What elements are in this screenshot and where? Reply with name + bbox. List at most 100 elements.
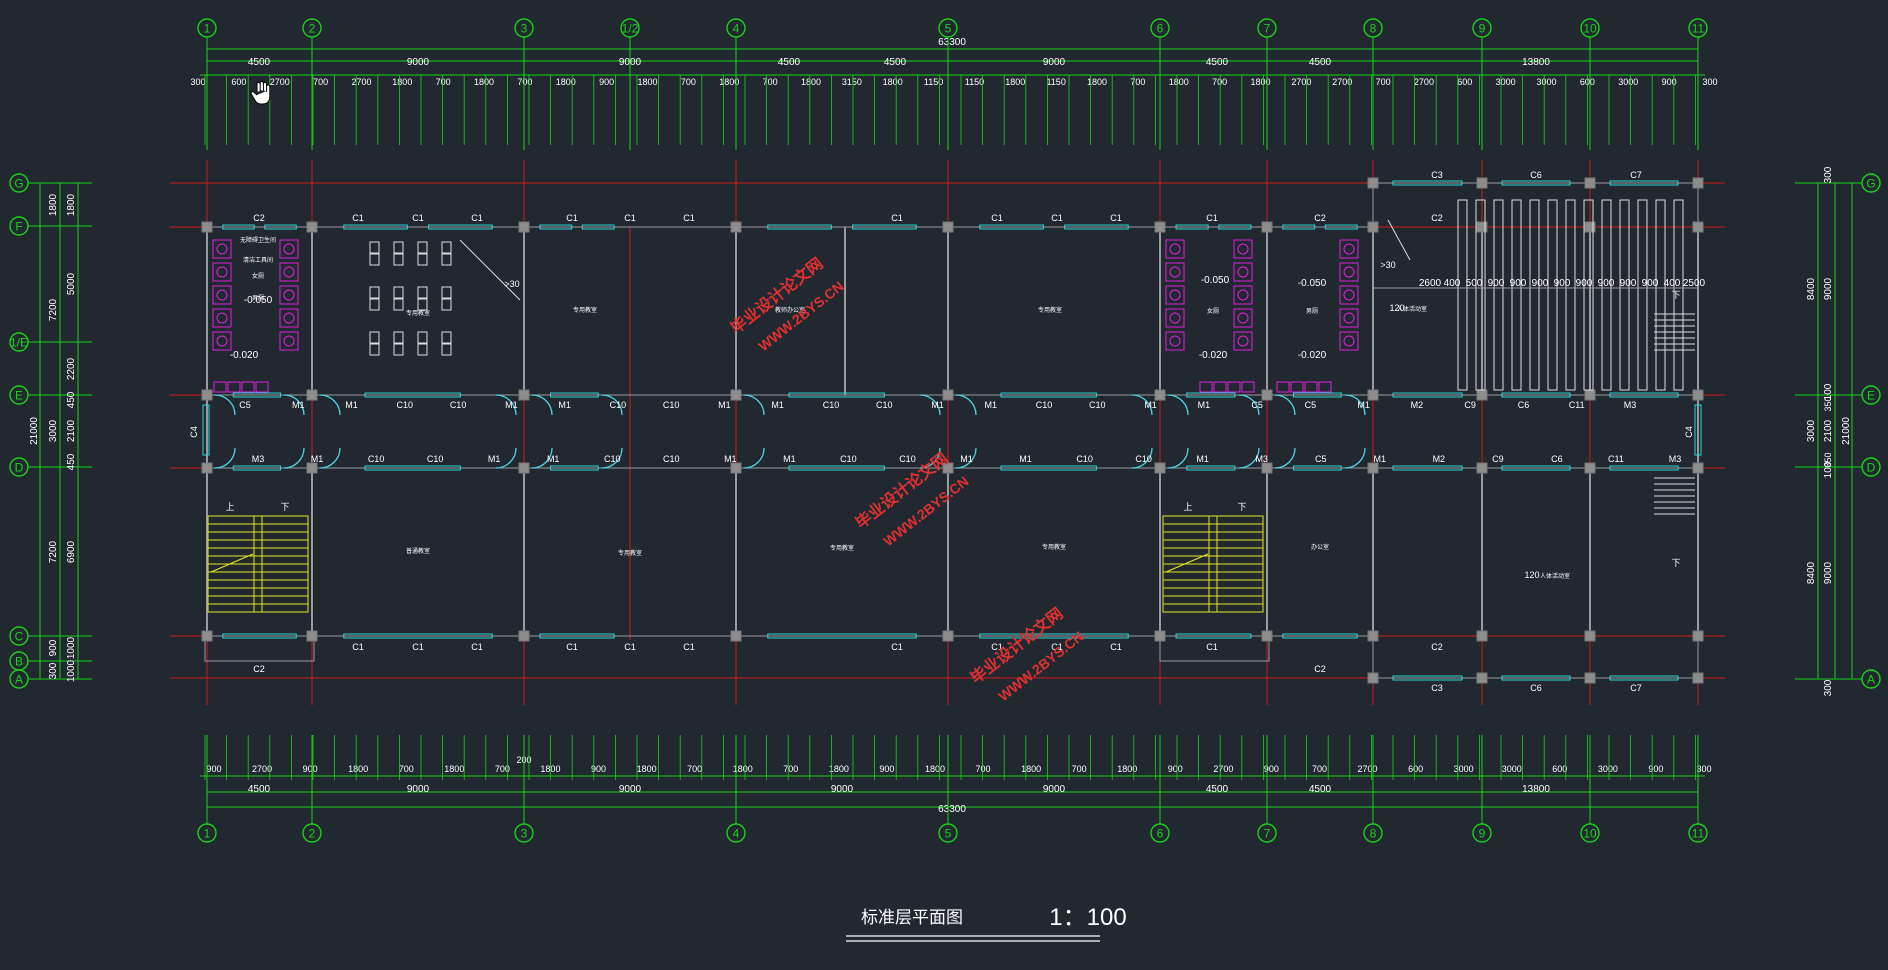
washbasin — [1241, 381, 1255, 393]
structural-column — [1261, 462, 1273, 474]
right-inner-dim-6: 300 — [1823, 679, 1834, 696]
structural-column — [201, 462, 213, 474]
structural-column — [942, 221, 954, 233]
top-detail-dim-20: 1800 — [1005, 77, 1025, 87]
structural-column — [1584, 462, 1596, 474]
top-detail-dim-3: 700 — [313, 77, 328, 87]
level-mark-5: -0.020 — [1298, 350, 1327, 361]
stair-east-arrow — [1165, 553, 1209, 573]
toilet-stall — [1233, 239, 1253, 259]
gym-room-dim-1: 400 — [1444, 278, 1461, 289]
desk — [393, 253, 404, 266]
top-detail-dim-32: 3000 — [1496, 77, 1516, 87]
bottom-segment-dim-5: 4500 — [1206, 784, 1229, 795]
washbasin — [1276, 381, 1290, 393]
corridor-label-south-5: M1 — [547, 454, 560, 464]
bottom-detail-dim-14: 900 — [879, 764, 894, 774]
structural-column — [730, 630, 742, 642]
corridor-label-north-4: C10 — [450, 400, 467, 410]
corridor-label-north-15: C10 — [1036, 400, 1053, 410]
bottom-detail-dim-12: 700 — [783, 764, 798, 774]
top-detail-dim-33: 3000 — [1537, 77, 1557, 87]
corridor-label-south-2: C10 — [368, 454, 385, 464]
bottom-detail-dim-5: 1800 — [444, 764, 464, 774]
cad-viewport[interactable]: 1 2 3 1/2 4 5 6 7 8 9 10 11 63300 4500 9000 9000 4500 450… — [0, 0, 1888, 965]
corridor-label-north-6: M1 — [558, 400, 571, 410]
bottom-segment-dim-0: 4500 — [248, 784, 271, 795]
corridor-label-south-21: C9 — [1492, 454, 1504, 464]
bottom-detail-dim-23: 700 — [1312, 764, 1327, 774]
structural-column — [730, 462, 742, 474]
hand-cursor-icon — [250, 80, 271, 105]
room-name-0: 女厕 — [252, 272, 264, 280]
toilet-stall-bowl — [216, 312, 228, 324]
corridor-label-north-8: C10 — [663, 400, 680, 410]
corridor-label-north-7: C10 — [610, 400, 627, 410]
toilet-stall — [1165, 308, 1185, 328]
desk — [393, 343, 404, 356]
top-detail-dim-4: 2700 — [351, 77, 371, 87]
floor-plan-drawing[interactable]: 1 2 3 1/2 4 5 6 7 8 9 10 11633004500 9000 9000 4500 450… — [0, 0, 1888, 965]
desk — [369, 241, 380, 254]
structural-column — [201, 221, 213, 233]
desk — [441, 253, 452, 266]
left-part-dim-2: 3000 — [48, 419, 59, 442]
top-detail-dim-2: 2700 — [270, 77, 290, 87]
left-axis-5-label: C — [15, 630, 24, 644]
desk — [417, 286, 428, 299]
corridor-label-south-7: C10 — [663, 454, 680, 464]
bottom-axis-8-label: 9 — [1479, 827, 1486, 841]
structural-column — [518, 462, 530, 474]
toilet-stall — [279, 262, 299, 282]
bottom-axis-2-label: 3 — [521, 827, 528, 841]
door-swing — [1344, 447, 1366, 469]
left-axis-0-label: G — [14, 177, 23, 191]
toilet-stall-bowl — [1343, 289, 1355, 301]
left-part-dim-1: 7200 — [48, 298, 59, 321]
structural-column — [1476, 389, 1488, 401]
desk — [417, 331, 428, 344]
top-axis-2-label: 3 — [521, 22, 528, 36]
corridor-label-south-23: C11 — [1608, 454, 1624, 464]
structural-column — [942, 630, 954, 642]
top-detail-dim-22: 1800 — [1087, 77, 1107, 87]
corridor-label-north-22: M2 — [1411, 400, 1424, 410]
top-segment-dim-7: 4500 — [1309, 57, 1332, 68]
corridor-label-south-9: M1 — [783, 454, 796, 464]
door-swing — [743, 447, 765, 469]
bottom-detail-dim-4: 700 — [399, 764, 414, 774]
structural-column — [201, 389, 213, 401]
toilet-stall — [212, 285, 232, 305]
room-name-14: 人体活动室 — [1540, 572, 1570, 580]
bottom-detail-dim-29: 3000 — [1598, 764, 1618, 774]
window-label-top-16: C7 — [1630, 170, 1642, 180]
toilet-stall-bowl — [283, 289, 295, 301]
desk — [441, 298, 452, 311]
gym-room-dim-7: 900 — [1576, 278, 1593, 289]
top-segment-dim-3: 4500 — [778, 57, 801, 68]
structural-column — [1154, 462, 1166, 474]
bottom-detail-dim-0: 900 — [206, 764, 221, 774]
corridor-label-south-17: M3 — [1255, 454, 1268, 464]
toilet-stall — [1233, 308, 1253, 328]
bottom-detail-dim-16: 700 — [976, 764, 991, 774]
top-detail-dim-17: 1800 — [883, 77, 903, 87]
window-label-top-0: C2 — [253, 213, 265, 223]
ramp-line — [1387, 219, 1411, 261]
structural-column — [1692, 672, 1704, 684]
bottom-axis-5-label: 6 — [1157, 827, 1164, 841]
right-part-dim-2: 8400 — [1806, 561, 1817, 584]
room-name-7: 男厕 — [1306, 308, 1318, 315]
gym-room-dim-11: 400 — [1664, 278, 1681, 289]
door-swing — [214, 447, 236, 469]
desk — [393, 241, 404, 254]
window-label-top-5: C1 — [624, 213, 636, 223]
top-detail-dim-37: 300 — [1702, 77, 1717, 87]
toilet-stall-bowl — [283, 266, 295, 278]
corridor-label-south-12: M1 — [960, 454, 973, 464]
right-inner-dim-0: 300 — [1823, 166, 1834, 183]
toilet-stall-bowl — [216, 289, 228, 301]
gym-room-dim-4: 900 — [1510, 278, 1527, 289]
gym-room-dim-8: 900 — [1598, 278, 1615, 289]
north-east-block-wall — [1372, 182, 1699, 396]
